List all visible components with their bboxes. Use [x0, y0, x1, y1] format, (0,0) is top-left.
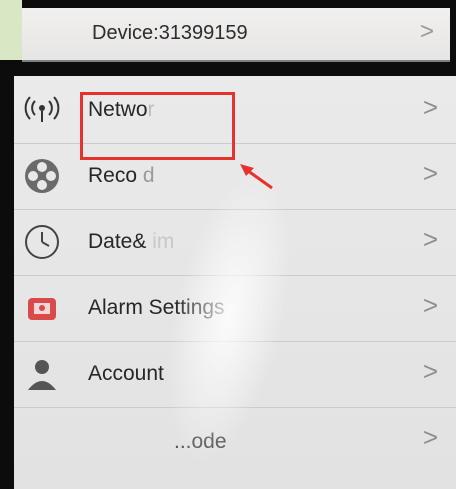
menu-item-label: Alarm Settings — [88, 296, 225, 319]
chevron-right-icon: > — [422, 224, 438, 254]
background-corner — [0, 0, 22, 60]
record-icon — [25, 159, 59, 193]
menu-item-mode[interactable]: ...ode > — [14, 408, 456, 474]
menu-item-account[interactable]: Account > — [14, 342, 456, 408]
device-row[interactable]: Device:31399159 > — [22, 8, 450, 62]
menu-item-label: Reco d — [88, 164, 155, 187]
menu-item-label: Date& im — [88, 230, 175, 253]
chevron-right-icon: > — [422, 356, 438, 386]
chevron-right-icon: > — [422, 92, 438, 122]
chevron-right-icon: > — [422, 290, 438, 320]
annotation-arrow-icon — [240, 164, 273, 190]
clock-icon — [25, 225, 59, 259]
menu-item-alarm-settings[interactable]: Alarm Settings > — [14, 276, 456, 342]
alarm-icon — [28, 298, 56, 320]
menu-item-label: ...ode — [174, 430, 227, 453]
chevron-right-icon: > — [422, 422, 438, 452]
chevron-right-icon: > — [420, 18, 435, 45]
highlight-box — [80, 92, 235, 160]
network-icon — [24, 96, 60, 122]
chevron-right-icon: > — [422, 158, 438, 188]
menu-item-label: Account — [88, 362, 164, 385]
device-label: Device:31399159 — [92, 22, 248, 44]
menu-item-date-time[interactable]: Date& im > — [14, 210, 456, 276]
account-icon — [28, 360, 56, 390]
